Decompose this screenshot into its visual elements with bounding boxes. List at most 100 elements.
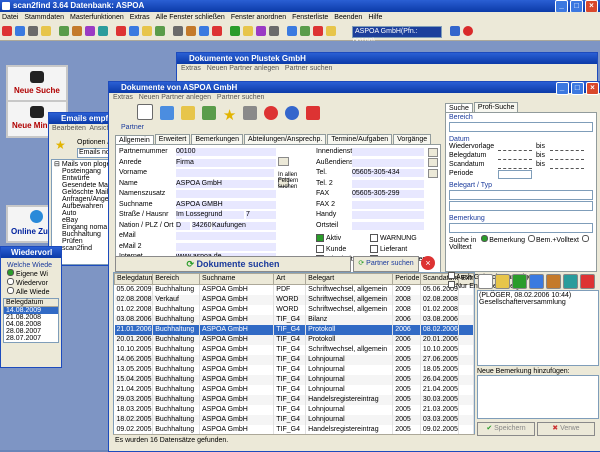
toolbar-button-icon[interactable] — [287, 26, 297, 36]
date-to-input[interactable] — [550, 144, 584, 151]
main-minimize-button[interactable]: _ — [555, 82, 569, 95]
date-from-input[interactable] — [498, 153, 532, 160]
partner-checkbox[interactable]: Aktiv — [316, 234, 341, 242]
note-toolbar-icon[interactable] — [529, 274, 544, 289]
field-input[interactable] — [352, 211, 424, 219]
partner-checkbox[interactable]: Kunde — [316, 244, 346, 253]
note-toolbar-icon[interactable] — [495, 274, 510, 289]
field-input[interactable]: 7 — [246, 211, 276, 219]
toolbar-button-icon[interactable] — [41, 26, 51, 36]
wiedervorlage-row[interactable]: 04.08.2008 — [4, 321, 58, 328]
save-note-button[interactable]: ✔ Speichern — [477, 422, 535, 436]
menu-item[interactable]: Hilfe — [368, 14, 382, 21]
field-input[interactable]: D — [176, 221, 190, 230]
partner-tab[interactable]: Bemerkungen — [191, 134, 243, 144]
field-input[interactable] — [176, 232, 276, 240]
search-in-radio[interactable]: Bemerkung — [481, 235, 525, 244]
plustek-titlebar[interactable]: Dokumente von Plustek GmbH — [177, 53, 597, 64]
new-search-button[interactable]: Neue Suche — [6, 65, 68, 103]
toolbar-button-icon[interactable] — [28, 26, 38, 36]
toolbar-button-icon[interactable] — [116, 26, 126, 36]
delete-icon[interactable] — [264, 106, 279, 120]
bemerkung-input[interactable] — [449, 223, 593, 233]
plustek-menu-new[interactable]: Neuen Partner anlegen — [207, 65, 279, 72]
menu-item[interactable]: Beenden — [334, 14, 362, 21]
search-in-radio[interactable]: Bem.+Volltext — [528, 235, 579, 244]
new-document-icon[interactable] — [137, 104, 153, 120]
search-partner-button[interactable]: ⟳ Partner suchen — [353, 256, 419, 272]
table-row[interactable]: 10.10.2005 Buchhaltung ASPOA GmbH TIF_G4 Sch… — [114, 345, 474, 355]
toolbar-button-icon[interactable] — [129, 26, 139, 36]
field-input[interactable] — [176, 190, 276, 198]
date-to-input[interactable] — [550, 153, 584, 160]
table-row[interactable]: 13.05.2005 Buchhaltung ASPOA GmbH TIF_G4 Loh… — [114, 365, 474, 375]
main-menu-extras[interactable]: Extras — [113, 94, 133, 101]
lookup-button[interactable] — [428, 158, 438, 167]
field-input[interactable]: 05605-305-434 — [352, 169, 424, 177]
email-menu-edit[interactable]: Bearbeiten — [52, 125, 86, 132]
toolbar-button-icon[interactable] — [155, 26, 165, 36]
column-header[interactable]: Suchname — [198, 273, 275, 285]
partner-tab[interactable]: Erweitert — [154, 134, 191, 144]
toolbar-button-icon[interactable] — [173, 26, 183, 36]
periode-select[interactable] — [498, 170, 532, 179]
help-icon[interactable] — [450, 26, 460, 36]
database-select[interactable]: ASPOA GmbH(Pfn.: 00100) — [352, 26, 442, 45]
wiedervorlage-row[interactable]: 14.08.2009 — [4, 307, 58, 314]
stop-icon[interactable] — [463, 26, 473, 36]
field-input[interactable]: Im Lossegrund — [176, 211, 244, 219]
search-all-fields-check[interactable]: In allen Feldern suchen — [278, 172, 312, 190]
field-input[interactable] — [352, 179, 424, 188]
field-input[interactable] — [352, 158, 424, 167]
wiedervorlage-row[interactable]: 28.08.2007 — [4, 328, 58, 335]
toolbar-button-icon[interactable] — [256, 26, 266, 36]
menu-item[interactable]: Alle Fenster schließen — [156, 14, 225, 21]
table-row[interactable]: 18.03.2005 Buchhaltung ASPOA GmbH TIF_G4 Loh… — [114, 405, 474, 415]
note-toolbar-icon[interactable] — [478, 274, 493, 289]
menu-item[interactable]: Stammdaten — [24, 14, 64, 21]
side-tab[interactable]: Profi-Suche — [473, 102, 519, 112]
toolbar-button-icon[interactable] — [2, 26, 12, 36]
table-row[interactable]: 05.06.2009 Buchhaltung ASPOA GmbH PDF Schrif… — [114, 284, 474, 295]
field-input[interactable] — [352, 221, 424, 230]
date-to-input[interactable] — [550, 162, 584, 169]
field-input[interactable] — [352, 148, 424, 156]
column-header[interactable]: Belegart — [305, 273, 394, 285]
wiedervorlage-titlebar[interactable]: Wiedervorl — [1, 247, 61, 258]
bereich-select[interactable] — [449, 122, 593, 132]
belegart-select-2[interactable] — [449, 201, 593, 211]
table-row[interactable]: 15.04.2005 Buchhaltung ASPOA GmbH TIF_G4 Loh… — [114, 375, 474, 385]
toolbar-button-icon[interactable] — [142, 26, 152, 36]
wiedervorlage-radio[interactable]: Wiedervor — [7, 278, 61, 287]
main-titlebar[interactable]: Dokumente von ASPOA GmbH _ □ × — [109, 82, 600, 95]
toolbar-button-icon[interactable] — [85, 26, 95, 36]
field-input[interactable]: ASPOA GmbH — [176, 179, 274, 188]
wiedervorlage-radio[interactable]: Eigene Wi — [7, 269, 61, 278]
wiedervorlage-row[interactable]: 28.07.2007 — [4, 335, 58, 342]
toolbar-button-icon[interactable] — [59, 26, 69, 36]
field-input[interactable]: 05605-305-299 — [352, 190, 424, 198]
menu-item[interactable]: Fensterliste — [292, 14, 328, 21]
table-row[interactable]: 21.01.2006 Buchhaltung ASPOA GmbH TIF_G4 Pro… — [114, 325, 474, 335]
table-row[interactable]: 02.08.2008 Verkauf ASPOA GmbH WORD Schriftwe… — [114, 295, 474, 305]
table-row[interactable]: 21.04.2005 Buchhaltung ASPOA GmbH TIF_G4 Loh… — [114, 385, 474, 395]
main-maximize-button[interactable]: □ — [570, 82, 584, 95]
plustek-menu-search[interactable]: Partner suchen — [285, 65, 332, 72]
toolbar-button-icon[interactable] — [186, 26, 196, 36]
print-icon[interactable] — [201, 106, 216, 120]
toolbar-button-icon[interactable] — [230, 26, 240, 36]
table-row[interactable]: 01.02.2008 Buchhaltung ASPOA GmbH WORD Schri… — [114, 305, 474, 315]
lookup-button[interactable] — [428, 148, 438, 157]
toolbar-button-icon[interactable] — [199, 26, 209, 36]
folder-icon[interactable] — [180, 106, 195, 120]
wiedervorlage-row[interactable]: 21.08.2008 — [4, 314, 58, 321]
note-toolbar-icon[interactable] — [512, 274, 527, 289]
toolbar-button-icon[interactable] — [212, 26, 222, 36]
toolbar-button-icon[interactable] — [313, 26, 323, 36]
column-header[interactable]: Periode — [392, 273, 421, 285]
menu-item[interactable]: Extras — [130, 14, 150, 21]
belegart-select-1[interactable] — [449, 190, 593, 200]
menu-item[interactable]: Fenster anordnen — [231, 14, 286, 21]
main-menu-search-partner[interactable]: Partner suchen — [217, 94, 264, 101]
field-input[interactable] — [352, 200, 424, 209]
